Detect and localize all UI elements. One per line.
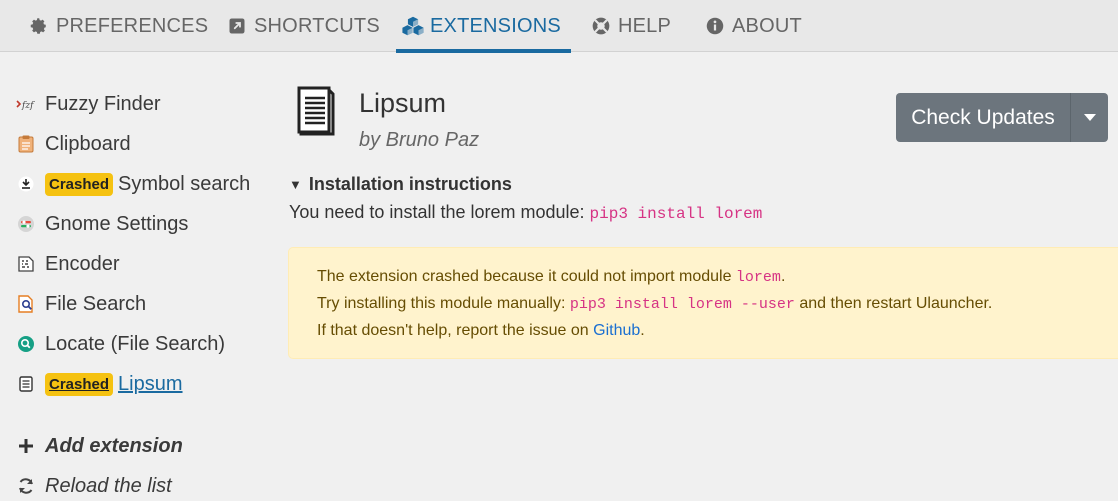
tab-shortcuts[interactable]: SHORTCUTS: [226, 0, 380, 52]
sidebar-item-gnome-settings[interactable]: Gnome Settings: [16, 209, 188, 239]
extension-author: by Bruno Paz: [359, 129, 480, 151]
sidebar-item-locate[interactable]: Locate (File Search): [16, 329, 225, 359]
tab-label: ABOUT: [732, 14, 802, 37]
alert-line-2: Try installing this module manually: pip…: [317, 295, 992, 313]
tab-label: HELP: [618, 14, 672, 37]
alert-text: If that doesn't help, report the issue o…: [317, 322, 589, 339]
extension-label: Gnome Settings: [45, 212, 189, 235]
extension-label: Clipboard: [45, 132, 131, 155]
lipsum-icon: [16, 374, 36, 394]
extension-label: Locate (File Search): [45, 332, 226, 355]
github-link[interactable]: Github: [593, 322, 640, 339]
extension-label: File Search: [45, 292, 147, 315]
installation-instructions-toggle[interactable]: ▼ Installation instructions: [289, 174, 512, 195]
tab-bar: PREFERENCES SHORTCUTS EXTENSIONS HELP AB…: [0, 0, 1118, 53]
tab-about[interactable]: ABOUT: [704, 0, 802, 52]
alert-code: lorem: [735, 269, 781, 286]
alert-text: .: [640, 322, 645, 339]
tab-extensions[interactable]: EXTENSIONS: [396, 0, 571, 53]
alert-text: and then restart Ulauncher.: [799, 295, 993, 312]
tab-label: SHORTCUTS: [254, 14, 380, 37]
clipboard-icon: [16, 134, 36, 154]
tab-preferences[interactable]: PREFERENCES: [28, 0, 208, 52]
reload-icon: [16, 476, 36, 496]
sidebar-item-symbol-search[interactable]: Crashed Symbol search: [16, 169, 250, 199]
alert-text: The extension crashed because it could n…: [317, 268, 732, 285]
extension-title: Lipsum: [359, 88, 447, 118]
extensions-sidebar: fzf Fuzzy Finder Clipboard Crashed Symbo…: [0, 52, 270, 501]
sidebar-item-clipboard[interactable]: Clipboard: [16, 129, 131, 159]
fzf-icon: fzf: [16, 94, 36, 114]
extension-label: Fuzzy Finder: [45, 92, 161, 115]
alert-line-1: The extension crashed because it could n…: [317, 268, 785, 286]
symbol-icon: [16, 174, 36, 194]
encoder-icon: [16, 254, 36, 274]
info-circle-icon: [704, 15, 726, 37]
crashed-badge: Crashed: [45, 372, 114, 396]
svg-text:fzf: fzf: [21, 101, 35, 111]
file-search-icon: [16, 294, 36, 314]
installation-instructions-text: You need to install the lorem module: pi…: [289, 202, 762, 223]
extension-label: Symbol search: [118, 172, 251, 195]
instructions-heading: Installation instructions: [308, 174, 512, 194]
sidebar-item-file-search[interactable]: File Search: [16, 289, 146, 319]
tab-label: EXTENSIONS: [430, 14, 561, 37]
sidebar-item-encoder[interactable]: Encoder: [16, 249, 120, 279]
alert-code: pip3 install lorem --user: [569, 296, 795, 313]
caret-down-icon: [1083, 109, 1096, 127]
crash-alert: The extension crashed because it could n…: [288, 247, 1118, 359]
sidebar-item-fuzzy-finder[interactable]: fzf Fuzzy Finder: [16, 89, 161, 119]
gnome-settings-icon: [16, 214, 36, 234]
lifebuoy-icon: [590, 15, 612, 37]
extension-document-icon: [295, 84, 339, 136]
extension-label: Encoder: [45, 252, 120, 275]
tab-label: PREFERENCES: [56, 14, 209, 37]
sidebar-item-lipsum[interactable]: Crashed Lipsum: [16, 369, 183, 399]
reload-list-button[interactable]: Reload the list: [16, 471, 172, 501]
add-extension-button[interactable]: Add extension: [16, 431, 183, 461]
reload-list-label: Reload the list: [45, 474, 172, 497]
external-link-icon: [226, 15, 248, 37]
cubes-icon: [402, 15, 424, 37]
alert-text: Try installing this module manually:: [317, 295, 566, 312]
add-extension-label: Add extension: [45, 434, 183, 457]
alert-line-3: If that doesn't help, report the issue o…: [317, 322, 645, 340]
tab-help[interactable]: HELP: [590, 0, 671, 52]
alert-text: .: [780, 268, 786, 285]
gear-icon: [28, 15, 50, 37]
crashed-badge: Crashed: [45, 172, 114, 196]
instructions-text: You need to install the lorem module:: [289, 202, 585, 222]
dropdown-toggle-button[interactable]: [1071, 93, 1108, 142]
instructions-code: pip3 install lorem: [589, 205, 763, 223]
check-updates-button[interactable]: Check Updates: [896, 93, 1071, 142]
locate-icon: [16, 334, 36, 354]
extension-label: Lipsum: [118, 372, 183, 395]
plus-icon: [16, 436, 36, 456]
check-updates-button-group: Check Updates: [896, 93, 1108, 142]
triangle-down-icon: ▼: [289, 177, 302, 192]
